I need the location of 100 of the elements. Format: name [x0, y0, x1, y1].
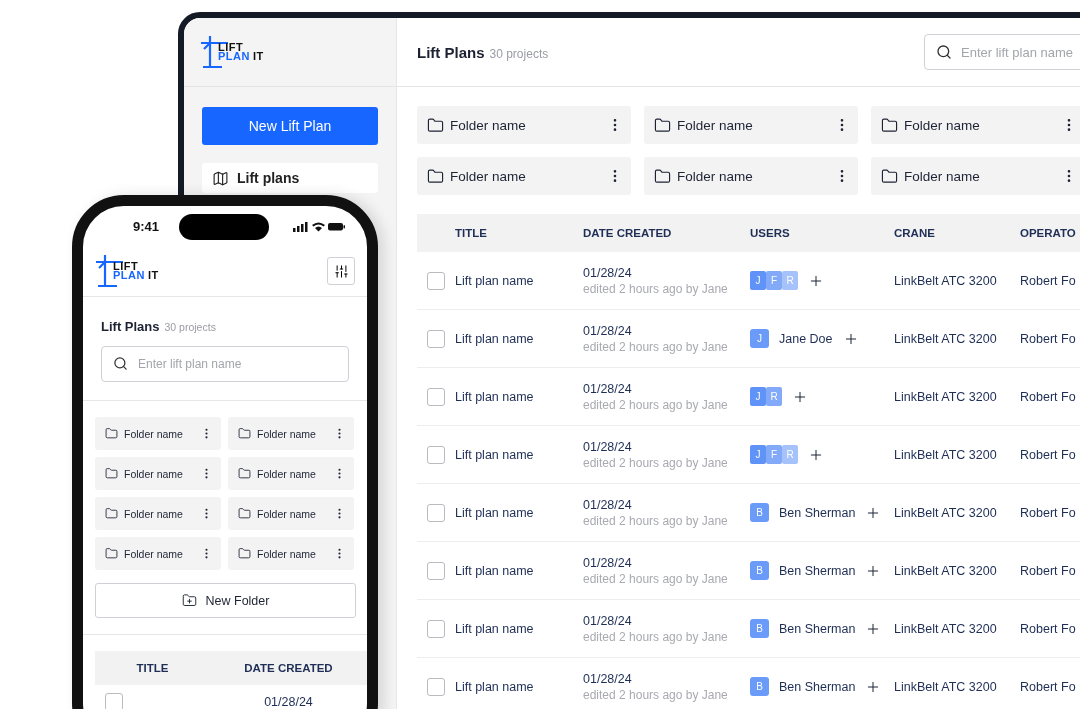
folder-name: Folder name	[677, 117, 754, 133]
folder-card[interactable]: Folder name	[228, 497, 354, 530]
sidebar-item[interactable]: Lift plans	[202, 163, 378, 193]
sliders-icon	[333, 263, 349, 279]
date-created: 01/28/24	[583, 613, 633, 628]
user-avatar: B	[750, 503, 769, 522]
row-checkbox[interactable]	[427, 445, 445, 464]
plan-title: Lift plan name	[455, 273, 535, 288]
logo-word: PLAN	[218, 52, 250, 62]
folder-card[interactable]: Folder name	[95, 497, 221, 530]
user-avatar: R	[782, 445, 798, 464]
user-name: Ben Sherman	[779, 563, 856, 578]
plan-title: Lift plan name	[455, 389, 535, 404]
crane-name: LinkBelt ATC 3200	[894, 563, 998, 578]
folder-icon	[105, 427, 118, 440]
search-icon	[936, 44, 952, 60]
row-checkbox[interactable]	[427, 503, 445, 522]
user-avatar: B	[750, 677, 769, 696]
folder-name: Folder name	[257, 467, 317, 480]
folder-icon	[105, 467, 118, 480]
folder-card[interactable]: Folder name	[417, 106, 631, 144]
user-avatar: J	[750, 445, 766, 464]
folder-icon	[238, 427, 251, 440]
new-folder-button[interactable]: New Folder	[95, 583, 356, 618]
operator-name: Robert Fo	[1020, 389, 1077, 404]
folder-card[interactable]: Folder name	[871, 106, 1080, 144]
column-header: OPERATO	[1020, 227, 1077, 239]
edited-note: edited 2 hours ago by Jane	[583, 281, 729, 296]
date-created: 01/28/24	[583, 323, 633, 338]
row-checkbox[interactable]	[427, 561, 445, 580]
crane-name: LinkBelt ATC 3200	[894, 331, 998, 346]
user-name: Ben Sherman	[779, 505, 856, 520]
folder-name: Folder name	[450, 168, 527, 184]
folder-name: Folder name	[257, 427, 317, 440]
row-checkbox[interactable]	[105, 693, 123, 709]
user-name: Ben Sherman	[779, 621, 856, 636]
user-avatar: J	[750, 387, 766, 406]
operator-name: Robert Fo	[1020, 331, 1077, 346]
date-created: 01/28/24	[583, 439, 633, 454]
logo-word: LIFT	[218, 42, 244, 52]
folder-card[interactable]: Folder name	[871, 157, 1080, 195]
operator-name: Robert Fo	[1020, 273, 1077, 288]
folder-name: Folder name	[124, 467, 184, 480]
folder-card[interactable]: Folder name	[95, 457, 221, 490]
date-created: 01/28/24	[583, 381, 633, 396]
folder-name: Folder name	[677, 168, 754, 184]
row-checkbox[interactable]	[427, 677, 445, 696]
folder-name: Folder name	[124, 427, 184, 440]
folder-icon	[105, 507, 118, 520]
user-avatar: J	[750, 271, 766, 290]
user-avatar: B	[750, 561, 769, 580]
folder-plus-icon	[181, 593, 197, 608]
user-avatar: J	[750, 329, 769, 348]
date-created: 01/28/24	[583, 265, 633, 280]
folder-icon	[654, 167, 671, 185]
crane-name: LinkBelt ATC 3200	[894, 621, 998, 636]
status-icons	[293, 220, 345, 232]
folder-card[interactable]: Folder name	[644, 157, 858, 195]
edited-note: edited 2 hours ago by Jane	[583, 455, 729, 470]
row-checkbox[interactable]	[427, 619, 445, 638]
new-lift-plan-button[interactable]: New Lift Plan	[202, 107, 378, 145]
project-count: 30 projects	[164, 321, 216, 333]
folder-name: Folder name	[124, 507, 184, 520]
folder-icon	[238, 467, 251, 480]
crane-name: LinkBelt ATC 3200	[894, 389, 998, 404]
plan-title: Lift plan name	[455, 447, 535, 462]
column-header: DATE CREATED	[243, 662, 334, 674]
plan-title: Lift plan name	[455, 505, 535, 520]
column-header: TITLE	[455, 227, 488, 239]
folder-name: Folder name	[257, 507, 317, 520]
search-field[interactable]: Enter lift plan name	[924, 34, 1080, 70]
edited-note: edited 2 hours ago by Jane	[583, 571, 729, 586]
folder-card[interactable]: Folder name	[228, 537, 354, 570]
user-avatar: F	[766, 445, 782, 464]
date-created: 01/28/24	[583, 555, 633, 570]
folder-card[interactable]: Folder name	[417, 157, 631, 195]
logo-word: LIFT	[113, 261, 139, 271]
search-field[interactable]: Enter lift plan name	[101, 346, 349, 382]
search-icon	[113, 356, 128, 371]
edited-note: edited 2 hours ago by Jane	[583, 629, 729, 644]
folder-card[interactable]: Folder name	[95, 537, 221, 570]
folder-card[interactable]: Folder name	[95, 417, 221, 450]
folder-card[interactable]: Folder name	[228, 417, 354, 450]
user-avatar: R	[766, 387, 782, 406]
date-created: 01/28/24	[583, 497, 633, 512]
row-checkbox[interactable]	[427, 271, 445, 290]
user-avatar: F	[766, 271, 782, 290]
column-header: TITLE	[135, 662, 170, 674]
folder-name: Folder name	[450, 117, 527, 133]
filter-button[interactable]	[327, 257, 355, 285]
date-created: 01/28/24	[583, 671, 633, 686]
folder-icon	[881, 167, 898, 185]
column-header: DATE CREATED	[583, 227, 673, 239]
row-checkbox[interactable]	[427, 387, 445, 406]
row-checkbox[interactable]	[427, 329, 445, 348]
crane-name: LinkBelt ATC 3200	[894, 505, 998, 520]
folder-name: Folder name	[904, 117, 981, 133]
user-avatar: R	[782, 271, 798, 290]
folder-card[interactable]: Folder name	[228, 457, 354, 490]
folder-card[interactable]: Folder name	[644, 106, 858, 144]
